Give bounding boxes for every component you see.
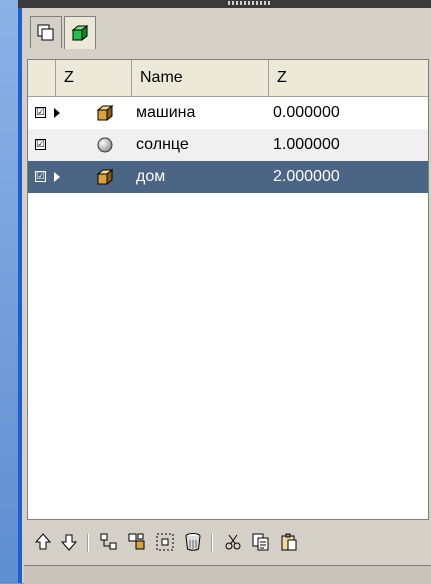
table-row[interactable]: ☑ машина 0.000000 — [28, 97, 428, 129]
objects-toolbar — [27, 530, 427, 556]
ungroup-icon[interactable] — [127, 532, 147, 552]
move-up-icon[interactable] — [33, 532, 53, 552]
column-header-visible[interactable] — [28, 60, 56, 96]
layers-icon — [37, 24, 54, 41]
sphere-icon — [97, 137, 113, 153]
objects-table: Z Name Z ☑ машина 0.000000 ☑ солнце 1.00… — [27, 59, 429, 520]
column-header-name[interactable]: Name — [132, 60, 269, 96]
select-icon[interactable] — [155, 532, 175, 552]
cube-icon — [96, 168, 114, 186]
move-down-icon[interactable] — [59, 532, 79, 552]
object-z-value: 2.000000 — [273, 168, 340, 185]
green-cube-icon — [71, 24, 89, 42]
delete-icon[interactable] — [183, 532, 203, 552]
cube-icon — [96, 104, 114, 122]
object-name: дом — [136, 168, 166, 185]
group-icon[interactable] — [99, 532, 119, 552]
table-row-selected[interactable]: ☑ дом 2.000000 — [28, 161, 428, 193]
visibility-checkbox[interactable]: ☑ — [35, 171, 46, 182]
status-bar — [24, 565, 431, 584]
toolbar-separator — [87, 534, 89, 552]
column-header-z-order[interactable]: Z — [56, 60, 132, 96]
tab-objects[interactable] — [64, 16, 96, 49]
object-z-value: 1.000000 — [273, 136, 340, 153]
cut-icon[interactable] — [223, 532, 243, 552]
paste-icon[interactable] — [279, 532, 299, 552]
copy-icon[interactable] — [251, 532, 271, 552]
column-header-z[interactable]: Z — [269, 60, 428, 96]
object-name: машина — [136, 104, 196, 121]
expand-arrow-icon[interactable] — [54, 172, 60, 182]
drag-grip[interactable] — [228, 1, 272, 5]
expand-arrow-icon[interactable] — [54, 108, 60, 118]
panel-tabs — [24, 8, 431, 49]
desktop-background — [0, 0, 18, 583]
toolbar-separator — [211, 534, 213, 552]
object-name: солнце — [136, 136, 189, 153]
visibility-checkbox[interactable]: ☑ — [35, 107, 46, 118]
tab-layers[interactable] — [30, 16, 62, 48]
visibility-checkbox[interactable]: ☑ — [35, 139, 46, 150]
panel-edge — [18, 8, 22, 583]
panel-title-bar[interactable] — [18, 0, 431, 8]
table-header: Z Name Z — [28, 60, 428, 97]
table-row[interactable]: ☑ солнце 1.000000 — [28, 129, 428, 161]
object-z-value: 0.000000 — [273, 104, 340, 121]
